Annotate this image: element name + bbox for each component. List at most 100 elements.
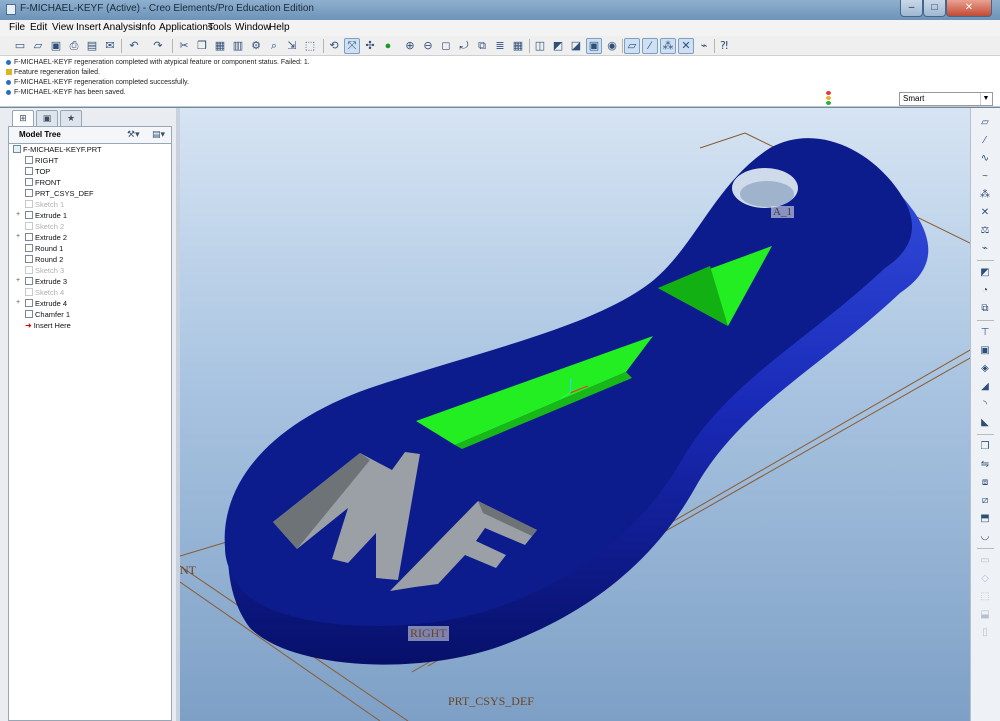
print-icon[interactable]: ⎙ bbox=[66, 38, 82, 54]
project-tool-icon[interactable]: ⬓ bbox=[978, 608, 992, 622]
sketch-tool-icon[interactable]: ~ bbox=[978, 170, 992, 184]
expand-icon[interactable]: + bbox=[16, 277, 20, 284]
menu-view[interactable]: View bbox=[52, 22, 74, 33]
csys-tool-icon[interactable]: ✕ bbox=[978, 206, 992, 220]
datum-label-front[interactable]: NT bbox=[180, 563, 196, 578]
tree-settings-icon[interactable]: ⚒▾ bbox=[127, 129, 140, 140]
tree-node-extrude-4[interactable]: + Extrude 4 bbox=[16, 299, 67, 308]
spin-center-icon[interactable]: ⤧ bbox=[344, 38, 360, 54]
tree-node-chamfer-1[interactable]: Chamfer 1 bbox=[25, 310, 70, 319]
extrude-tool-icon[interactable]: ◩ bbox=[978, 266, 992, 280]
paste-icon[interactable]: ▦ bbox=[212, 38, 228, 54]
view-manager-icon[interactable]: ▦ bbox=[510, 38, 526, 54]
email-icon[interactable]: ✉ bbox=[102, 38, 118, 54]
wrap-tool-icon[interactable]: ▯ bbox=[978, 626, 992, 640]
expand-icon[interactable]: + bbox=[16, 299, 20, 306]
no-hidden-icon[interactable]: ◪ bbox=[568, 38, 584, 54]
mirror-tool-icon[interactable]: ⇋ bbox=[978, 458, 992, 472]
expand-icon[interactable]: + bbox=[16, 233, 20, 240]
saved-views-icon[interactable]: ⧉ bbox=[474, 38, 490, 54]
selection-filter-select[interactable]: Smart ▼ bbox=[899, 92, 993, 106]
tree-node-round-2[interactable]: Round 2 bbox=[25, 255, 63, 264]
menu-tools[interactable]: Tools bbox=[208, 22, 231, 33]
tree-node-extrude-1[interactable]: + Extrude 1 bbox=[16, 211, 67, 220]
close-button[interactable]: ✕ bbox=[946, 0, 992, 17]
zoom-out-icon[interactable]: ⊖ bbox=[420, 38, 436, 54]
sweep-tool-icon[interactable]: ⧉ bbox=[978, 302, 992, 316]
tree-node-sketch-3[interactable]: Sketch 3 bbox=[25, 266, 64, 275]
menu-help[interactable]: Help bbox=[269, 22, 290, 33]
print-preview-icon[interactable]: ▤ bbox=[84, 38, 100, 54]
regenerate-icon[interactable]: ⚙ bbox=[248, 38, 264, 54]
datum-plane-tool-icon[interactable]: ▱ bbox=[978, 116, 992, 130]
pattern-tool-icon[interactable]: ⬒ bbox=[978, 512, 992, 526]
context-help-icon[interactable]: ⁈ bbox=[716, 38, 732, 54]
new-file-icon[interactable]: ▭ bbox=[12, 38, 28, 54]
rib-tool-icon[interactable]: ◈ bbox=[978, 362, 992, 376]
tree-node-sketch-2[interactable]: Sketch 2 bbox=[25, 222, 64, 231]
revolve-tool-icon[interactable]: ◔ bbox=[978, 284, 992, 298]
graphics-window[interactable]: A_1 NT RIGHT PRT_CSYS_DEF bbox=[180, 108, 970, 721]
tree-node-front[interactable]: FRONT bbox=[25, 178, 61, 187]
tab-favorites[interactable]: ★ bbox=[60, 110, 82, 126]
chamfer-tool-icon[interactable]: ◣ bbox=[978, 416, 992, 430]
cut-icon[interactable]: ✂ bbox=[176, 38, 192, 54]
find-icon[interactable]: ⌕ bbox=[266, 38, 282, 54]
undo-icon[interactable]: ↶ bbox=[126, 38, 142, 54]
tree-node-extrude-2[interactable]: + Extrude 2 bbox=[16, 233, 67, 242]
appearance-icon[interactable]: ● bbox=[380, 38, 396, 54]
wireframe-icon[interactable]: ◫ bbox=[532, 38, 548, 54]
refit-icon[interactable]: ◻ bbox=[438, 38, 454, 54]
solidify-tool-icon[interactable]: ◇ bbox=[978, 572, 992, 586]
tree-node-sketch-1[interactable]: Sketch 1 bbox=[25, 200, 64, 209]
tab-model-tree[interactable]: ⊞ bbox=[12, 110, 34, 126]
copy-tool-icon[interactable]: ❐ bbox=[978, 440, 992, 454]
tab-folder-browser[interactable]: ▣ bbox=[36, 110, 58, 126]
expand-icon[interactable]: + bbox=[16, 211, 20, 218]
annotation-tool-icon[interactable]: ⌁ bbox=[978, 242, 992, 256]
datum-planes-toggle-icon[interactable]: ▱ bbox=[624, 38, 640, 54]
save-icon[interactable]: ▣ bbox=[48, 38, 64, 54]
trim-tool-icon[interactable]: ⧄ bbox=[978, 494, 992, 508]
menu-info[interactable]: Info bbox=[139, 22, 156, 33]
intersect-tool-icon[interactable]: ⬚ bbox=[978, 590, 992, 604]
datum-curve-tool-icon[interactable]: ∿ bbox=[978, 152, 992, 166]
datum-axes-toggle-icon[interactable]: ⁄ bbox=[642, 38, 658, 54]
menu-applications[interactable]: Applications bbox=[159, 22, 213, 33]
tree-node-right[interactable]: RIGHT bbox=[25, 156, 58, 165]
round-tool-icon[interactable]: ◝ bbox=[978, 398, 992, 412]
menu-window[interactable]: Window bbox=[235, 22, 271, 33]
open-folder-icon[interactable]: ▱ bbox=[30, 38, 46, 54]
menu-insert[interactable]: Insert bbox=[76, 22, 101, 33]
repaint-icon[interactable]: ⟲ bbox=[326, 38, 342, 54]
hidden-line-icon[interactable]: ◩ bbox=[550, 38, 566, 54]
tree-show-icon[interactable]: ▤▾ bbox=[152, 129, 165, 140]
orient-mode-icon[interactable]: ✣ bbox=[362, 38, 378, 54]
shading-icon[interactable]: ▣ bbox=[586, 38, 602, 54]
menu-analysis[interactable]: Analysis bbox=[103, 22, 140, 33]
shell-tool-icon[interactable]: ▣ bbox=[978, 344, 992, 358]
layers-icon[interactable]: ≣ bbox=[492, 38, 508, 54]
reorient-icon[interactable]: ⤾ bbox=[456, 38, 472, 54]
analysis-tool-icon[interactable]: ⚖ bbox=[978, 224, 992, 238]
select-icon[interactable]: ⇲ bbox=[284, 38, 300, 54]
offset-tool-icon[interactable]: ◡ bbox=[978, 530, 992, 544]
enhanced-realism-icon[interactable]: ◉ bbox=[604, 38, 620, 54]
tree-node-extrude-3[interactable]: + Extrude 3 bbox=[16, 277, 67, 286]
tree-node-insert-here[interactable]: ➜ Insert Here bbox=[25, 321, 71, 330]
annotation-toggle-icon[interactable]: ⌁ bbox=[696, 38, 712, 54]
maximize-button[interactable]: □ bbox=[923, 0, 946, 17]
redo-icon[interactable]: ↷ bbox=[150, 38, 166, 54]
thicken-tool-icon[interactable]: ▭ bbox=[978, 554, 992, 568]
draft-tool-icon[interactable]: ◢ bbox=[978, 380, 992, 394]
menu-file[interactable]: File bbox=[9, 22, 25, 33]
datum-label-a1[interactable]: A_1 bbox=[771, 206, 794, 218]
tree-node-part[interactable]: F-MICHAEL-KEYF.PRT bbox=[13, 145, 102, 154]
datum-label-right[interactable]: RIGHT bbox=[408, 626, 449, 641]
minimize-button[interactable]: – bbox=[900, 0, 923, 17]
menu-edit[interactable]: Edit bbox=[30, 22, 47, 33]
merge-tool-icon[interactable]: ⧈ bbox=[978, 476, 992, 490]
tree-node-top[interactable]: TOP bbox=[25, 167, 50, 176]
datum-points-toggle-icon[interactable]: ⁂ bbox=[660, 38, 676, 54]
zoom-in-icon[interactable]: ⊕ bbox=[402, 38, 418, 54]
